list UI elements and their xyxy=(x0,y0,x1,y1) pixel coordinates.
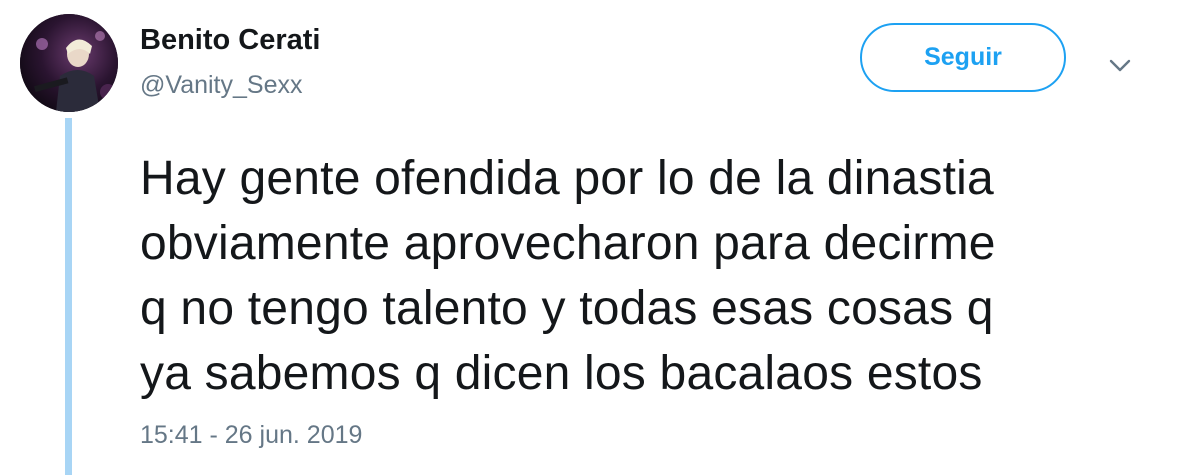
tweet-text-line: q no tengo talento y todas esas cosas q xyxy=(140,282,994,335)
display-name[interactable]: Benito Cerati xyxy=(140,24,320,57)
tweet-timestamp[interactable]: 15:41 - 26 jun. 2019 xyxy=(140,421,362,450)
tweet-text-line: Hay gente ofendida por lo de la dinastia xyxy=(140,152,994,205)
user-handle[interactable]: @Vanity_Sexx xyxy=(140,71,303,100)
tweet-text-line: ya sabemos q dicen los bacalaos estos xyxy=(140,347,983,400)
thread-line xyxy=(65,118,72,475)
avatar[interactable] xyxy=(20,14,118,112)
follow-button[interactable]: Seguir xyxy=(860,23,1066,92)
tweet-text-line: obviamente aprovecharon para decirme xyxy=(140,217,996,270)
tweet-card: Benito Cerati @Vanity_Sexx Seguir Hay ge… xyxy=(0,0,1180,475)
tweet-text: Hay gente ofendida por lo de la dinastia… xyxy=(140,146,1150,406)
chevron-down-icon xyxy=(1109,59,1131,71)
more-options-button[interactable] xyxy=(1103,50,1137,80)
avatar-image xyxy=(20,14,118,112)
